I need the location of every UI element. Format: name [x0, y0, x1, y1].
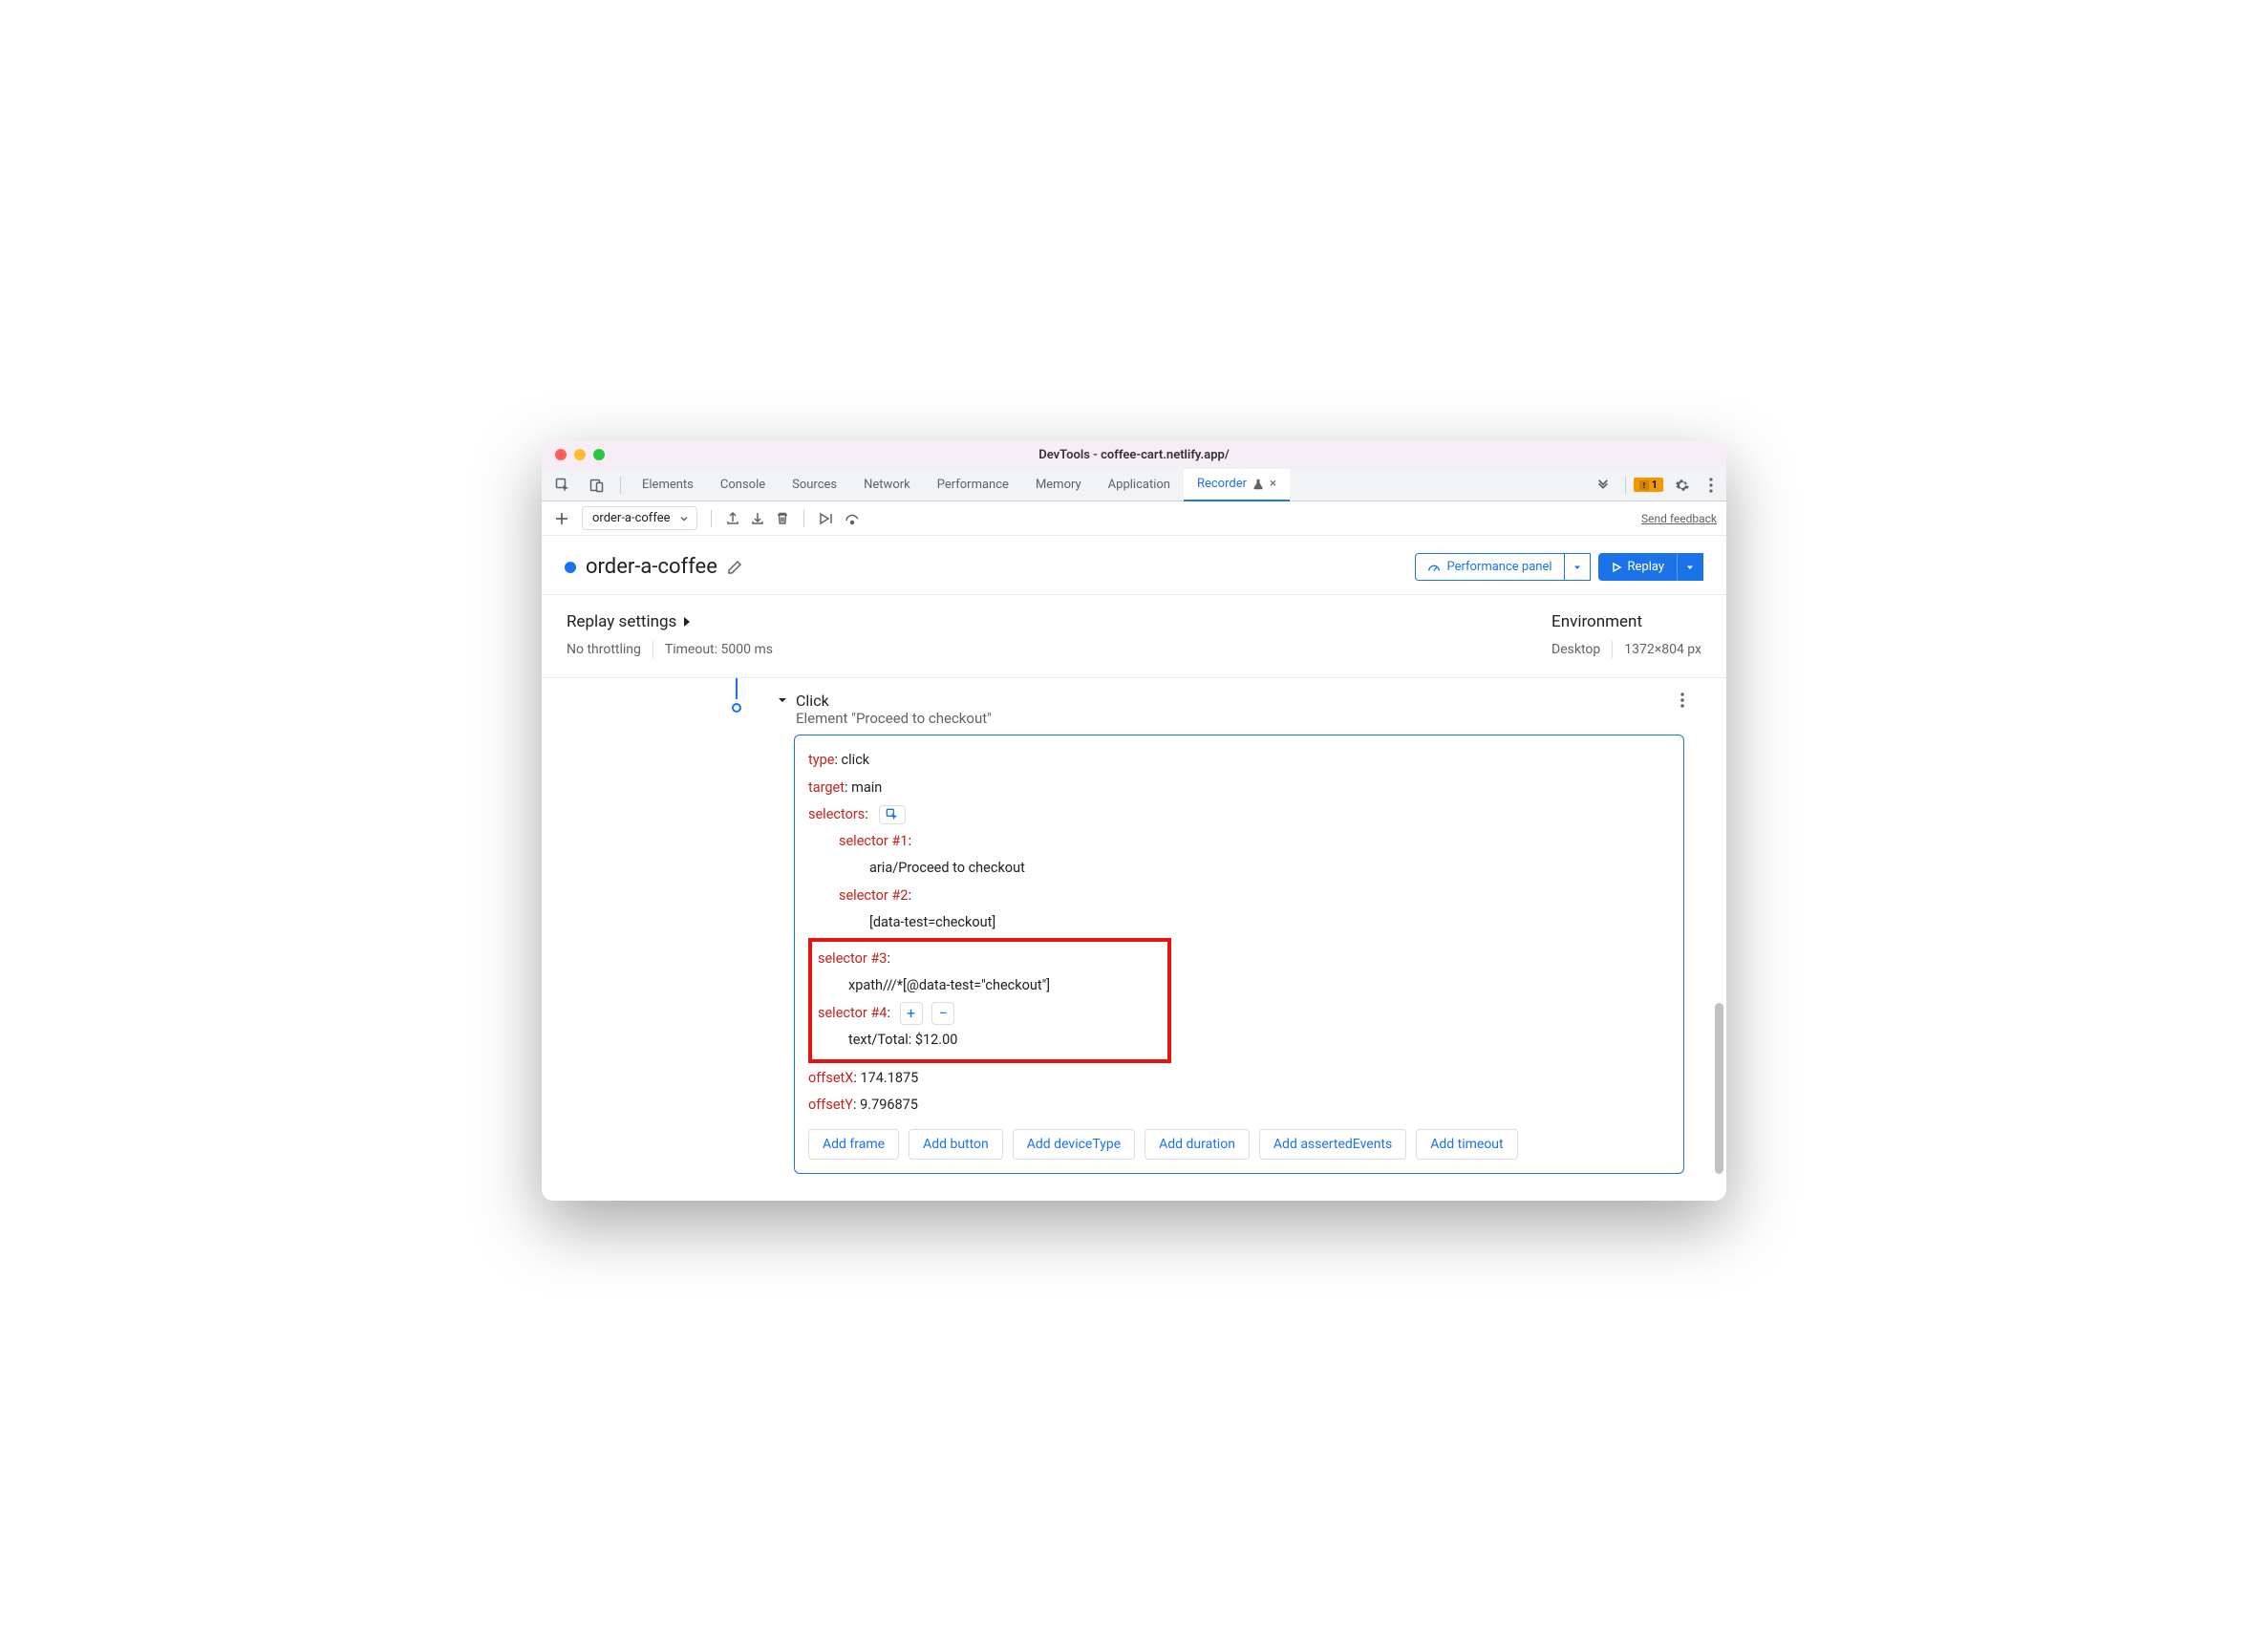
replay-label: Replay [1628, 560, 1665, 574]
chevron-down-icon [679, 514, 689, 523]
collapse-step-icon[interactable] [777, 694, 788, 706]
tab-performance[interactable]: Performance [924, 469, 1022, 501]
tab-sources[interactable]: Sources [779, 469, 850, 501]
tab-application[interactable]: Application [1095, 469, 1184, 501]
more-tabs-icon[interactable] [1589, 473, 1617, 498]
window-title: DevTools - coffee-cart.netlify.app/ [542, 448, 1726, 462]
step-body: type: click target: main selectors: sele… [794, 735, 1684, 1173]
offsety-value[interactable]: 9.796875 [860, 1097, 918, 1113]
environment-heading: Environment [1551, 612, 1701, 631]
edit-title-icon[interactable] [727, 560, 742, 575]
step-menu-icon[interactable] [1680, 692, 1684, 709]
performance-panel-button[interactable]: Performance panel [1415, 553, 1564, 581]
replay-settings-label: Replay settings [567, 612, 676, 631]
step-title: Click [796, 692, 992, 710]
scrollbar[interactable] [1715, 1003, 1723, 1173]
add-frame-button[interactable]: Add frame [808, 1129, 899, 1160]
warning-icon: ! [1639, 480, 1649, 490]
import-icon[interactable] [750, 511, 765, 526]
replay-settings-heading[interactable]: Replay settings [567, 612, 1551, 631]
recording-selector[interactable]: order-a-coffee [582, 506, 697, 530]
target-key: target [808, 779, 845, 796]
tab-recorder-label: Recorder [1197, 477, 1247, 491]
replay-button[interactable]: Replay [1598, 553, 1678, 581]
export-icon[interactable] [725, 511, 740, 526]
chevron-right-icon [682, 616, 692, 628]
warning-count: 1 [1652, 479, 1658, 491]
play-icon [1611, 562, 1622, 573]
selector2-key: selector #2 [839, 887, 908, 904]
highlight-box: selector #3: xpath///*[@data-test="check… [808, 938, 1171, 1063]
device-toggle-icon[interactable] [582, 472, 612, 499]
tab-elements[interactable]: Elements [629, 469, 707, 501]
recording-indicator-dot [565, 562, 576, 573]
selector4-key: selector #4 [818, 1005, 887, 1021]
step-subtitle: Element "Proceed to checkout" [796, 710, 992, 727]
timeout-value: Timeout: 5000 ms [665, 642, 773, 657]
selectors-key: selectors [808, 806, 865, 822]
add-devicetype-button[interactable]: Add deviceType [1013, 1129, 1135, 1160]
selector1-key: selector #1 [839, 833, 908, 849]
performance-panel-dropdown[interactable] [1565, 553, 1591, 581]
titlebar: DevTools - coffee-cart.netlify.app/ [542, 440, 1726, 469]
add-assertedevents-button[interactable]: Add assertedEvents [1259, 1129, 1406, 1160]
selector4-value[interactable]: text/Total: $12.00 [818, 1027, 1162, 1054]
performance-panel-split-button: Performance panel [1415, 553, 1590, 581]
performance-panel-label: Performance panel [1446, 560, 1551, 574]
tab-memory[interactable]: Memory [1022, 469, 1095, 501]
target-value[interactable]: main [851, 779, 882, 796]
recorder-subtoolbar: order-a-coffee Send feedback [542, 501, 1726, 536]
tab-network[interactable]: Network [850, 469, 924, 501]
offsety-key: offsetY [808, 1097, 853, 1113]
offsetx-value[interactable]: 174.1875 [860, 1070, 918, 1086]
add-timeout-button[interactable]: Add timeout [1416, 1129, 1517, 1160]
selector3-value[interactable]: xpath///*[@data-test="checkout"] [818, 972, 1162, 999]
send-feedback-link[interactable]: Send feedback [1641, 512, 1717, 525]
remove-selector-button[interactable]: − [931, 1002, 954, 1025]
device-value: Desktop [1551, 642, 1600, 657]
play-step-icon[interactable] [818, 511, 835, 526]
recording-title: order-a-coffee [586, 555, 717, 579]
add-selector-button[interactable]: + [900, 1002, 923, 1025]
throttling-value: No throttling [567, 642, 641, 657]
selector3-key: selector #3 [818, 950, 887, 967]
selector2-value[interactable]: [data-test=checkout] [808, 909, 1670, 936]
selector1-value[interactable]: aria/Proceed to checkout [808, 855, 1670, 882]
replay-split-button: Replay [1598, 553, 1704, 581]
tab-console[interactable]: Console [707, 469, 779, 501]
kebab-menu-icon[interactable] [1701, 472, 1721, 499]
settings-gear-icon[interactable] [1667, 472, 1698, 499]
svg-text:!: ! [1643, 481, 1645, 490]
tab-recorder[interactable]: Recorder × [1184, 469, 1290, 501]
replay-dropdown[interactable] [1677, 553, 1703, 581]
add-duration-button[interactable]: Add duration [1145, 1129, 1250, 1160]
type-key: type [808, 752, 834, 768]
recording-selector-label: order-a-coffee [592, 511, 670, 525]
gauge-icon [1427, 561, 1441, 574]
new-recording-button[interactable] [551, 508, 572, 529]
recording-header: order-a-coffee Performance panel Replay [542, 536, 1726, 595]
main-toolbar: Elements Console Sources Network Perform… [542, 469, 1726, 501]
pick-selector-button[interactable] [879, 805, 906, 824]
warning-badge[interactable]: ! 1 [1634, 478, 1663, 492]
close-tab-icon[interactable]: × [1270, 477, 1276, 491]
inspect-element-icon[interactable] [547, 472, 578, 499]
step-over-icon[interactable] [845, 511, 862, 526]
settings-row: Replay settings No throttling Timeout: 5… [542, 595, 1726, 678]
flask-icon [1252, 479, 1264, 490]
add-button-button[interactable]: Add button [909, 1129, 1003, 1160]
delete-icon[interactable] [775, 511, 790, 526]
offsetx-key: offsetX [808, 1070, 853, 1086]
step-area: Click Element "Proceed to checkout" type… [542, 678, 1726, 1200]
dimensions-value: 1372×804 px [1624, 642, 1701, 657]
type-value[interactable]: click [842, 752, 870, 768]
step-header[interactable]: Click Element "Proceed to checkout" [561, 678, 1707, 735]
